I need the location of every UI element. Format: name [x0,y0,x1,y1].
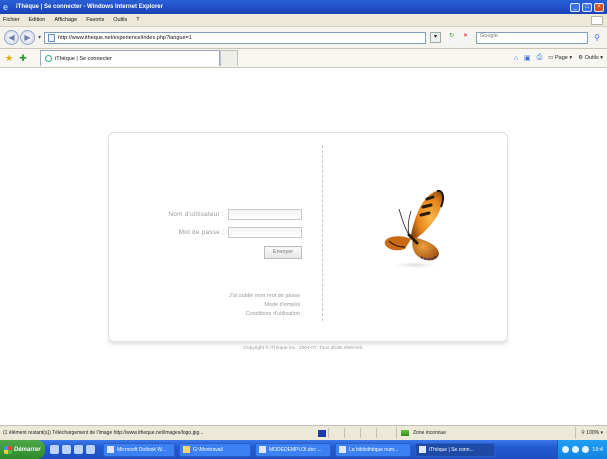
print-icon[interactable]: ⎙ [537,54,543,62]
search-input[interactable] [477,32,586,39]
progress-indicator [318,429,326,437]
address-dropdown-button[interactable]: ▾ [430,32,442,43]
ie-icon [419,446,426,453]
status-text: (1 élément restant(s)) Téléchargement de… [3,430,204,436]
menu-fichier[interactable]: Fichier [3,17,20,23]
username-row: Nom d'utilisateur : [109,209,302,220]
close-button[interactable]: × [594,2,604,12]
stop-icon[interactable]: × [460,32,472,43]
taskbar-item-outlook[interactable]: Microsoft Outlook W... [103,442,175,457]
new-tab-button[interactable] [220,50,238,66]
status-bar: (1 élément restant(s)) Téléchargement de… [0,425,607,440]
status-cell [360,428,374,438]
help-link[interactable]: Mode d'emploi [264,302,300,308]
word-icon [259,446,266,453]
taskbar-item-folder[interactable]: G:\Montravail [179,442,251,457]
tab-itheque[interactable]: iThèque | Se connecter [40,50,220,66]
menu-outils[interactable]: Outils [113,17,127,23]
menu-affichage[interactable]: Affichage [54,17,77,23]
zoom-control[interactable]: ⚲ 100% ▾ [575,427,603,439]
clock: 19:4 [592,446,603,453]
start-button[interactable]: Démarrer [0,440,45,459]
tray-icon[interactable] [572,446,580,453]
address-bar: ◀ ▶ ▾ ▾ ↻ × ⚲ [0,27,607,49]
title-bar: e iThèque | Se connecter - Windows Inter… [0,0,607,14]
home-icon[interactable]: ⌂ [514,55,518,62]
tray-icon[interactable] [562,446,570,453]
window-title: iThèque | Se connecter - Windows Interne… [16,4,163,10]
terms-link[interactable]: Conditions d'utilisation [245,311,300,317]
menu-bar: Fichier Edition Affichage Favoris Outils… [0,14,607,27]
favorites-star-icon[interactable]: ★ [4,53,14,64]
login-panel: Nom d'utilisateur : Mot de passe : Envoy… [108,132,508,342]
tab-bar: ★ ✚ iThèque | Se connecter ⌂ ▣ ⎙ ▭ Page … [0,49,607,68]
system-tray: 19:4 [557,440,607,459]
username-input[interactable] [228,209,302,220]
taskbar-item-word[interactable]: MODEDEMPLOI.doc ... [255,442,331,457]
status-cell [344,428,358,438]
address-field[interactable] [44,31,427,44]
add-favorite-icon[interactable]: ✚ [18,53,28,64]
minimize-button[interactable]: _ [570,2,580,12]
zoom-level: 100% [586,430,600,436]
search-field[interactable] [476,31,589,44]
tray-icon[interactable] [582,446,590,453]
maximize-button[interactable]: □ [582,2,592,12]
password-label: Mot de passe : [178,229,224,236]
taskbar-item-itheque[interactable]: iThèque | Se conn... [415,442,495,457]
folder-icon [183,446,190,453]
tab-label: iThèque | Se connecter [55,55,112,62]
history-dropdown-icon[interactable]: ▾ [38,34,41,41]
search-icon[interactable]: ⚲ [591,32,603,44]
ie-logo-icon: e [3,2,9,12]
tab-loading-icon [45,55,52,62]
menu-favoris[interactable]: Favoris [86,17,104,23]
outlook-icon [107,446,114,453]
taskbar: Démarrer Microsoft Outlook W... G:\Montr… [0,440,607,459]
forward-arrow-icon: ▶ [24,33,31,42]
url-input[interactable] [58,34,419,41]
tools-menu[interactable]: ⚙ Outils ▾ [578,55,603,61]
menu-edition[interactable]: Edition [29,17,46,23]
zone-icon [401,430,409,436]
status-cell [376,428,390,438]
refresh-icon[interactable]: ↻ [446,32,458,43]
command-bar: ⌂ ▣ ⎙ ▭ Page ▾ ⚙ Outils ▾ [514,54,603,62]
quick-launch-icon[interactable] [86,445,95,454]
start-label: Démarrer [14,446,41,453]
quick-launch-icon[interactable] [62,445,71,454]
submit-button[interactable]: Envoyer [264,246,302,259]
copyright-text: Copyright © iThèque inc., 2004-07. Tous … [243,346,364,351]
quick-launch-icon[interactable] [50,445,59,454]
windows-flag-icon [591,15,603,25]
windows-flag-icon [4,445,12,454]
page-icon-cmd: ▭ [548,55,556,61]
password-row: Mot de passe : [109,227,302,238]
back-button[interactable]: ◀ [4,30,19,45]
zone-label: Zone inconnue [413,430,447,436]
butterfly-logo [384,189,445,269]
page-icon [48,33,56,42]
security-zone[interactable]: Zone inconnue [396,427,496,439]
username-label: Nom d'utilisateur : [168,211,224,218]
feeds-icon[interactable]: ▣ [524,54,531,62]
page-content: Nom d'utilisateur : Mot de passe : Envoy… [0,68,607,425]
forward-button[interactable]: ▶ [20,30,35,45]
taskbar-item-bibliotheque[interactable]: La bibliothèque num... [335,442,411,457]
back-arrow-icon: ◀ [8,33,15,42]
page-menu[interactable]: ▭ Page ▾ [548,55,572,61]
quick-launch [50,445,95,454]
menu-help[interactable]: ? [136,17,139,23]
forgot-password-link[interactable]: J'ai oublié mon mot de passe [229,293,300,299]
status-cell [328,428,342,438]
zoom-dropdown-icon: ▾ [599,430,603,436]
password-input[interactable] [228,227,302,238]
quick-launch-icon[interactable] [74,445,83,454]
ie-icon [339,446,346,453]
browser-window: e iThèque | Se connecter - Windows Inter… [0,0,607,459]
divider [322,145,323,321]
